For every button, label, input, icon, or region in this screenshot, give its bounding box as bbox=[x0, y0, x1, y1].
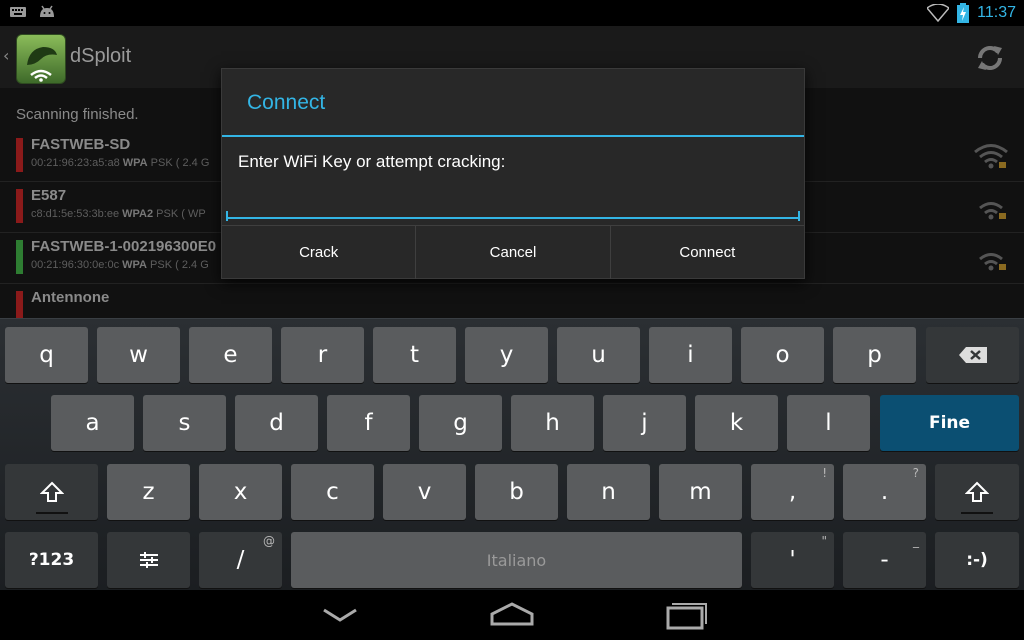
key-p[interactable]: p bbox=[833, 327, 916, 383]
network-name: E587 bbox=[31, 187, 67, 204]
wifi-locked-icon bbox=[974, 144, 1008, 169]
shift-key-left[interactable] bbox=[5, 464, 98, 520]
period-label: . bbox=[880, 479, 889, 505]
network-name: FASTWEB-1-002196300E0 bbox=[31, 238, 217, 255]
dialog-button-bar: Crack Cancel Connect bbox=[222, 225, 804, 279]
key-m[interactable]: m bbox=[659, 464, 742, 520]
cancel-button[interactable]: Cancel bbox=[416, 226, 611, 279]
input-edge-left bbox=[226, 211, 228, 221]
network-security-indicator bbox=[16, 240, 23, 274]
refresh-icon[interactable] bbox=[972, 40, 1008, 76]
slash-hint: @ bbox=[263, 534, 275, 548]
crack-button[interactable]: Crack bbox=[222, 226, 417, 279]
dsploit-logo-icon bbox=[27, 47, 57, 82]
app-icon[interactable] bbox=[16, 34, 66, 84]
home-icon[interactable] bbox=[482, 598, 542, 632]
connect-button[interactable]: Connect bbox=[611, 226, 804, 279]
key-o[interactable]: o bbox=[741, 327, 824, 383]
keyboard-icon bbox=[10, 7, 26, 17]
key-d[interactable]: d bbox=[235, 395, 318, 451]
key-w[interactable]: w bbox=[97, 327, 180, 383]
network-detail: 00:21:96:23:a5:a8 WPA PSK ( 2.4 G bbox=[31, 157, 210, 169]
input-edge-right bbox=[798, 211, 800, 221]
network-detail: 00:21:96:30:0e:0c WPA PSK ( 2.4 G bbox=[31, 259, 209, 271]
navigation-bar bbox=[0, 590, 1024, 640]
network-name: Antennone bbox=[31, 289, 110, 306]
period-hint: ? bbox=[912, 466, 919, 480]
key-k[interactable]: k bbox=[695, 395, 778, 451]
settings-key[interactable] bbox=[107, 532, 190, 588]
settings-sliders-icon bbox=[139, 552, 158, 568]
key-t[interactable]: t bbox=[373, 327, 456, 383]
comma-label: , bbox=[788, 479, 797, 505]
apostrophe-key[interactable]: ' " bbox=[751, 532, 834, 588]
connect-dialog: Connect Enter WiFi Key or attempt cracki… bbox=[221, 68, 805, 279]
app-title: dSploit bbox=[70, 45, 132, 67]
network-security-indicator bbox=[16, 138, 23, 172]
network-name: FASTWEB-SD bbox=[31, 136, 131, 153]
dialog-title: Connect bbox=[247, 91, 326, 114]
up-caret-icon[interactable]: ‹ bbox=[3, 46, 9, 65]
key-v[interactable]: v bbox=[383, 464, 466, 520]
network-security-indicator bbox=[16, 189, 23, 223]
shift-icon bbox=[39, 481, 64, 502]
backspace-icon bbox=[958, 347, 987, 363]
period-key[interactable]: . ? bbox=[843, 464, 926, 520]
key-e[interactable]: e bbox=[189, 327, 272, 383]
key-l[interactable]: l bbox=[787, 395, 870, 451]
dialog-message: Enter WiFi Key or attempt cracking: bbox=[238, 152, 506, 171]
key-u[interactable]: u bbox=[557, 327, 640, 383]
fine-key[interactable]: Fine bbox=[880, 395, 1019, 451]
symbols-key[interactable]: ?123 bbox=[5, 532, 98, 588]
wifi-locked-icon bbox=[979, 253, 1006, 271]
android-icon bbox=[40, 5, 54, 17]
dash-hint: _ bbox=[913, 534, 919, 548]
key-h[interactable]: h bbox=[511, 395, 594, 451]
battery-charging-icon bbox=[957, 3, 970, 23]
key-y[interactable]: y bbox=[465, 327, 548, 383]
apostrophe-hint: " bbox=[821, 534, 827, 548]
key-j[interactable]: j bbox=[603, 395, 686, 451]
shift-indicator bbox=[35, 512, 68, 514]
soft-keyboard: q w e r t y u i o p a s d f g h j k l Fi… bbox=[0, 318, 1024, 591]
shift-key-right[interactable] bbox=[935, 464, 1019, 520]
key-s[interactable]: s bbox=[143, 395, 226, 451]
clock: 11:37 bbox=[977, 4, 1016, 21]
comma-hint: ! bbox=[822, 466, 827, 480]
network-detail: c8:d1:5e:53:3b:ee WPA2 PSK ( WP bbox=[31, 208, 206, 220]
dialog-title-divider bbox=[222, 135, 804, 137]
dash-label: - bbox=[880, 547, 889, 573]
key-f[interactable]: f bbox=[327, 395, 410, 451]
space-bar[interactable]: Italiano bbox=[291, 532, 742, 588]
scan-status: Scanning finished. bbox=[16, 106, 139, 123]
smiley-key[interactable]: :-) bbox=[935, 532, 1019, 588]
shift-indicator bbox=[961, 512, 993, 514]
recents-icon[interactable] bbox=[656, 598, 716, 632]
comma-key[interactable]: , ! bbox=[751, 464, 834, 520]
apostrophe-label: ' bbox=[789, 547, 796, 573]
key-i[interactable]: i bbox=[649, 327, 732, 383]
key-q[interactable]: q bbox=[5, 327, 88, 383]
backspace-key[interactable] bbox=[926, 327, 1019, 383]
key-r[interactable]: r bbox=[281, 327, 364, 383]
key-n[interactable]: n bbox=[567, 464, 650, 520]
dash-key[interactable]: - _ bbox=[843, 532, 926, 588]
key-x[interactable]: x bbox=[199, 464, 282, 520]
wifi-icon bbox=[927, 4, 950, 22]
key-b[interactable]: b bbox=[475, 464, 558, 520]
key-a[interactable]: a bbox=[51, 395, 134, 451]
status-bar: 11:37 bbox=[0, 0, 1024, 26]
key-z[interactable]: z bbox=[107, 464, 190, 520]
wifi-locked-icon bbox=[979, 202, 1006, 220]
key-g[interactable]: g bbox=[419, 395, 502, 451]
key-c[interactable]: c bbox=[291, 464, 374, 520]
slash-key[interactable]: / @ bbox=[199, 532, 282, 588]
wifi-key-input[interactable] bbox=[226, 187, 798, 219]
back-icon[interactable] bbox=[310, 598, 370, 632]
slash-label: / bbox=[236, 547, 245, 573]
shift-icon bbox=[965, 481, 989, 502]
